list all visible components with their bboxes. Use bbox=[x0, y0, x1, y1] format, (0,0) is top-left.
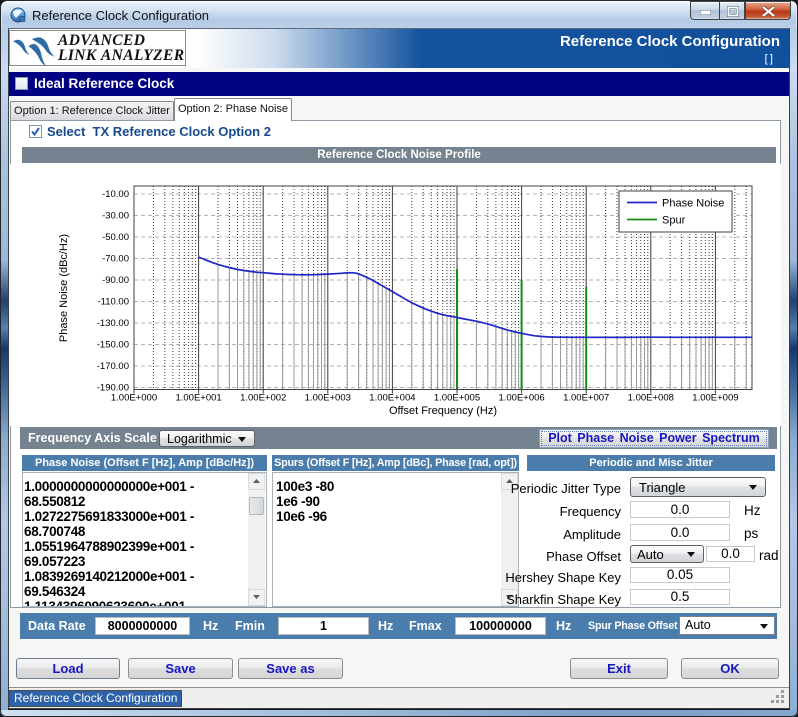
svg-text:-90.00: -90.00 bbox=[102, 275, 129, 286]
svg-text:-50.00: -50.00 bbox=[102, 232, 129, 243]
svg-text:1.00E+003: 1.00E+003 bbox=[305, 393, 351, 404]
svg-text:1.00E+001: 1.00E+001 bbox=[175, 393, 221, 404]
svg-text:1.00E+009: 1.00E+009 bbox=[692, 393, 738, 404]
svg-text:-10.00: -10.00 bbox=[102, 189, 129, 200]
svg-text:1.00E+007: 1.00E+007 bbox=[563, 393, 609, 404]
svg-text:1.00E+000: 1.00E+000 bbox=[111, 393, 157, 404]
svg-text:-130.00: -130.00 bbox=[97, 318, 129, 329]
svg-text:-150.00: -150.00 bbox=[97, 340, 129, 351]
svg-text:1.00E+002: 1.00E+002 bbox=[240, 393, 286, 404]
svg-text:-170.00: -170.00 bbox=[97, 361, 129, 372]
svg-text:1.00E+006: 1.00E+006 bbox=[498, 393, 544, 404]
svg-text:-110.00: -110.00 bbox=[97, 297, 129, 308]
svg-text:-30.00: -30.00 bbox=[102, 211, 129, 222]
svg-text:1.00E+008: 1.00E+008 bbox=[628, 393, 674, 404]
svg-text:Phase Noise: Phase Noise bbox=[662, 198, 724, 210]
svg-text:1.00E+004: 1.00E+004 bbox=[369, 393, 415, 404]
svg-text:Phase Noise (dBc/Hz): Phase Noise (dBc/Hz) bbox=[58, 234, 70, 342]
svg-text:1.00E+005: 1.00E+005 bbox=[434, 393, 480, 404]
svg-text:Offset Frequency (Hz): Offset Frequency (Hz) bbox=[389, 405, 497, 417]
svg-text:Spur: Spur bbox=[662, 215, 686, 227]
svg-text:-70.00: -70.00 bbox=[102, 254, 129, 265]
